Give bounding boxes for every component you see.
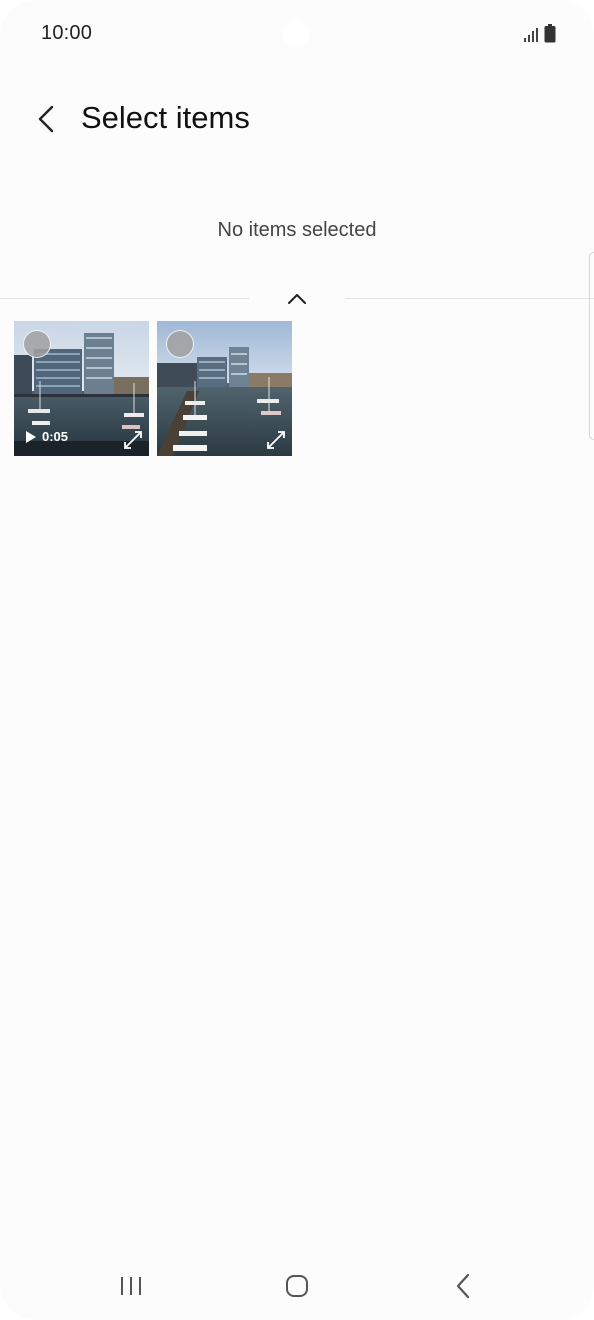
edge-panel-handle[interactable] bbox=[589, 252, 594, 440]
select-checkbox[interactable] bbox=[166, 330, 194, 358]
back-icon[interactable] bbox=[454, 1273, 472, 1299]
video-duration-badge: 0:05 bbox=[26, 429, 68, 444]
status-time: 10:00 bbox=[41, 22, 93, 44]
video-duration: 0:05 bbox=[42, 429, 69, 444]
signal-icon bbox=[524, 28, 538, 42]
page-title: Select items bbox=[81, 100, 250, 135]
camera-cutout bbox=[282, 20, 310, 48]
back-button[interactable] bbox=[30, 100, 62, 138]
expand-icon[interactable] bbox=[266, 430, 286, 450]
status-icons bbox=[523, 24, 556, 43]
selection-status: No items selected bbox=[217, 219, 377, 241]
collapse-toggle-button[interactable] bbox=[280, 288, 314, 310]
home-icon[interactable] bbox=[285, 1274, 309, 1298]
recents-icon[interactable] bbox=[118, 1275, 144, 1297]
gallery-item-image[interactable] bbox=[157, 321, 292, 456]
expand-icon[interactable] bbox=[123, 430, 143, 450]
play-icon bbox=[26, 430, 36, 443]
chevron-up-icon bbox=[288, 294, 306, 304]
battery-icon bbox=[544, 24, 556, 43]
chevron-left-icon bbox=[38, 105, 54, 133]
screen: 10:00 Select items No items selected 0:0… bbox=[0, 0, 594, 1320]
select-checkbox[interactable] bbox=[23, 330, 51, 358]
divider bbox=[0, 298, 249, 299]
gallery-item-video[interactable]: 0:05 bbox=[14, 321, 149, 456]
divider bbox=[345, 298, 594, 299]
